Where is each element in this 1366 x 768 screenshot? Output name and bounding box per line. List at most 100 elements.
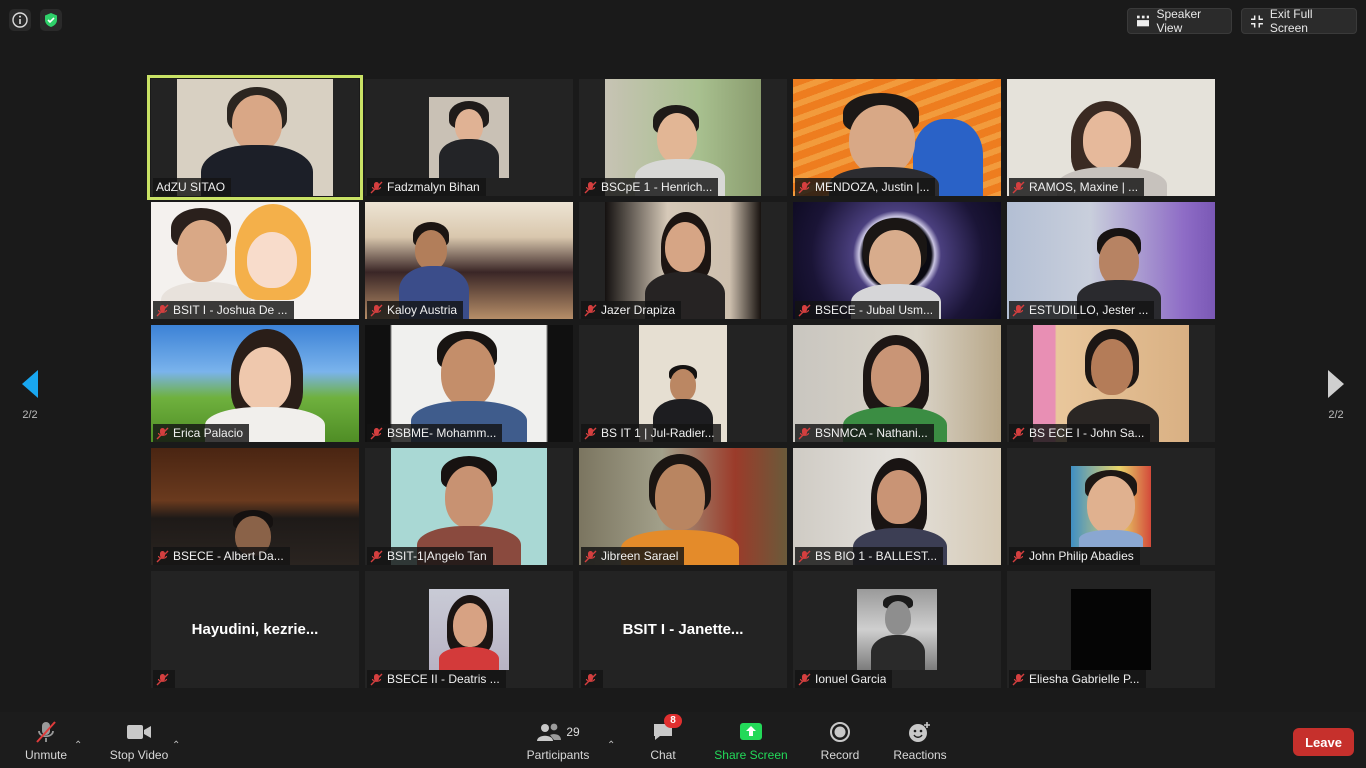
left-arrow-icon <box>22 370 38 398</box>
participant-name: Fadzmalyn Bihan <box>367 178 486 196</box>
participants-button[interactable]: 29 Participants <box>524 712 592 768</box>
participant-video <box>857 589 937 670</box>
speaker-view-button[interactable]: Speaker View <box>1127 7 1232 35</box>
reactions-smiley-icon <box>905 720 935 744</box>
participant-tile[interactable]: Eliesha Gabrielle P... <box>1007 571 1215 688</box>
participant-tile[interactable]: BSIT I - Janette... <box>579 571 787 688</box>
participant-tile[interactable]: BSNMCA - Nathani... <box>793 325 1001 442</box>
participant-tile[interactable]: ESTUDILLO, Jester ... <box>1007 202 1215 319</box>
participant-tile[interactable]: Fadzmalyn Bihan <box>365 79 573 196</box>
participant-name: BSECE II - Deatris ... <box>367 670 506 688</box>
record-button[interactable]: Record <box>816 712 864 768</box>
meeting-info-icon[interactable] <box>9 9 31 31</box>
participant-video <box>429 97 509 178</box>
participant-name: Jazer Drapiza <box>581 301 682 319</box>
video-options-chevron-icon[interactable]: ⌃ <box>172 740 180 751</box>
participants-count: 29 <box>566 725 580 739</box>
chat-button[interactable]: 8 Chat <box>642 712 684 768</box>
muted-mic-icon <box>798 673 811 685</box>
muted-mic-icon <box>1012 304 1025 316</box>
participant-tile[interactable]: AdZU SITAO <box>147 75 363 200</box>
muted-mic-icon <box>584 304 597 316</box>
participant-tile[interactable]: Jazer Drapiza <box>579 202 787 319</box>
muted-mic-icon <box>370 427 383 439</box>
participant-tile[interactable]: BSIT-1|Angelo Tan <box>365 448 573 565</box>
page-indicator-left: 2/2 <box>22 409 38 421</box>
muted-mic-icon <box>584 550 597 562</box>
muted-mic-icon <box>156 304 169 316</box>
next-page-button[interactable]: 2/2 <box>1321 370 1351 421</box>
participant-tile[interactable]: BSIT I - Joshua De ... <box>151 202 359 319</box>
muted-mic-icon <box>1012 181 1025 193</box>
exit-fullscreen-icon <box>1251 15 1263 27</box>
page-indicator-right: 2/2 <box>1328 409 1344 421</box>
chat-unread-badge: 8 <box>664 714 682 728</box>
encryption-shield-icon[interactable] <box>40 9 62 31</box>
participant-tile[interactable]: Jibreen Sarael <box>579 448 787 565</box>
participant-tile[interactable]: RAMOS, Maxine | ... <box>1007 79 1215 196</box>
participant-tile[interactable]: BSECE - Jubal Usm... <box>793 202 1001 319</box>
record-icon <box>825 720 855 744</box>
gallery-grid: AdZU SITAO Fadzmalyn Bihan BSCpE 1 - Hen… <box>147 75 1215 688</box>
participant-video <box>1071 466 1151 547</box>
participant-name: BS BIO 1 - BALLEST... <box>795 547 944 565</box>
speaker-view-icon <box>1137 15 1150 27</box>
muted-mic-icon <box>798 550 811 562</box>
participant-tile[interactable]: BSECE II - Deatris ... <box>365 571 573 688</box>
participant-name: Kaloy Austria <box>367 301 464 319</box>
participant-display-name: BSIT I - Janette... <box>622 621 744 638</box>
participant-name: BSBME- Mohamm... <box>367 424 503 442</box>
muted-mic-icon <box>584 427 597 439</box>
participant-tile[interactable]: MENDOZA, Justin |... <box>793 79 1001 196</box>
participant-tile[interactable]: BS IT 1 | Jul-Radier... <box>579 325 787 442</box>
participant-tile[interactable]: BS BIO 1 - BALLEST... <box>793 448 1001 565</box>
muted-mic-icon <box>156 427 169 439</box>
muted-mic-icon <box>370 550 383 562</box>
participant-name: BSIT I - Joshua De ... <box>153 301 294 319</box>
muted-mic-icon <box>584 181 597 193</box>
muted-mic-icon <box>798 181 811 193</box>
participant-tile[interactable]: BSBME- Mohamm... <box>365 325 573 442</box>
leave-button[interactable]: Leave <box>1293 728 1354 756</box>
unmute-button[interactable]: Unmute <box>18 712 74 768</box>
participant-tile[interactable]: BSECE - Albert Da... <box>151 448 359 565</box>
audio-options-chevron-icon[interactable]: ⌃ <box>74 740 82 751</box>
participant-name <box>153 670 175 688</box>
participant-name: Jibreen Sarael <box>581 547 685 565</box>
participant-tile[interactable]: Kaloy Austria <box>365 202 573 319</box>
share-screen-label: Share Screen <box>714 748 788 762</box>
participant-tile[interactable]: Ionuel Garcia <box>793 571 1001 688</box>
muted-mic-icon <box>156 673 169 685</box>
participant-name: BSECE - Albert Da... <box>153 547 290 565</box>
participant-tile[interactable]: BS ECE I - John Sa... <box>1007 325 1215 442</box>
previous-page-button[interactable]: 2/2 <box>15 370 45 421</box>
participant-name: AdZU SITAO <box>153 178 232 196</box>
participant-tile[interactable]: John Philip Abadies <box>1007 448 1215 565</box>
speaker-view-label: Speaker View <box>1156 7 1202 35</box>
reactions-button[interactable]: Reactions <box>890 712 950 768</box>
muted-mic-icon <box>156 550 169 562</box>
participant-name: BSCpE 1 - Henrich... <box>581 178 719 196</box>
participant-video <box>1071 589 1151 670</box>
participant-name: Eliesha Gabrielle P... <box>1009 670 1146 688</box>
muted-mic-icon <box>370 304 383 316</box>
stop-video-button[interactable]: Stop Video <box>104 712 174 768</box>
exit-full-screen-label: Exit Full Screen <box>1269 7 1313 35</box>
chat-label: Chat <box>650 748 676 762</box>
participant-tile[interactable]: Hayudini, kezrie... <box>151 571 359 688</box>
muted-mic-icon <box>1012 550 1025 562</box>
participant-name: MENDOZA, Justin |... <box>795 178 936 196</box>
exit-full-screen-button[interactable]: Exit Full Screen <box>1241 7 1357 35</box>
video-camera-icon <box>124 720 154 744</box>
participant-tile[interactable]: BSCpE 1 - Henrich... <box>579 79 787 196</box>
participant-name: BS IT 1 | Jul-Radier... <box>581 424 721 442</box>
stop-video-label: Stop Video <box>109 748 169 762</box>
share-screen-button[interactable]: Share Screen <box>712 712 790 768</box>
muted-mic-icon <box>584 673 597 685</box>
participant-name: ESTUDILLO, Jester ... <box>1009 301 1155 319</box>
muted-mic-icon <box>370 181 383 193</box>
participant-tile[interactable]: Erica Palacio <box>151 325 359 442</box>
participants-options-chevron-icon[interactable]: ⌃ <box>607 740 615 751</box>
chat-bubble-icon: 8 <box>648 714 682 744</box>
participant-name: BSNMCA - Nathani... <box>795 424 934 442</box>
